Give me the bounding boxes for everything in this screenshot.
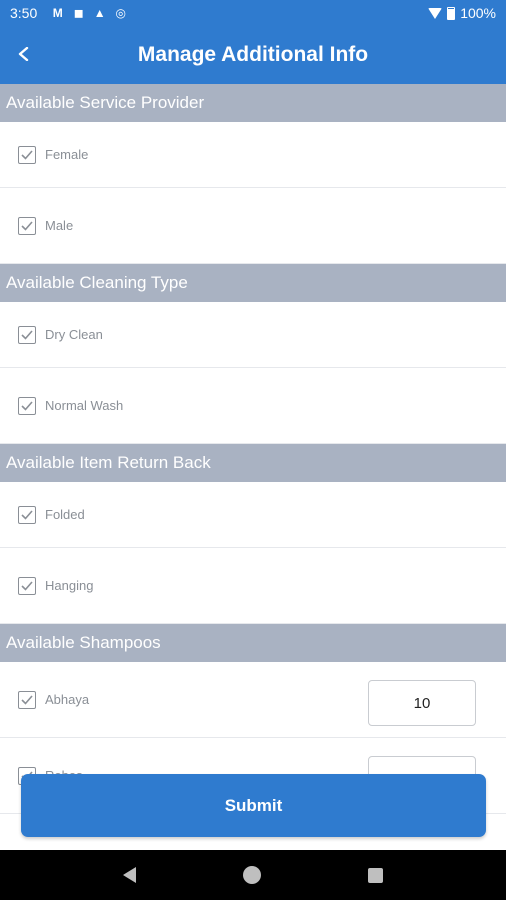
status-time: 3:50 — [10, 5, 38, 21]
option-label: Dry Clean — [45, 327, 103, 342]
option-row-hanging[interactable]: Hanging — [0, 548, 506, 624]
option-row-dry-clean[interactable]: Dry Clean — [0, 302, 506, 368]
battery-icon — [447, 6, 456, 20]
option-label: Normal Wash — [45, 398, 124, 413]
nav-back-icon[interactable] — [123, 867, 137, 883]
section-header-item-return: Available Item Return Back — [0, 444, 506, 482]
quantity-input[interactable] — [368, 680, 476, 726]
section-header-service-provider: Available Service Provider — [0, 84, 506, 122]
status-bar: 3:50 M ◼ ▲ ◎ 100% — [0, 0, 506, 26]
system-nav-bar — [0, 850, 506, 900]
battery-percent: 100% — [460, 5, 496, 21]
back-button[interactable] — [10, 40, 38, 68]
section-header-cleaning-type: Available Cleaning Type — [0, 264, 506, 302]
check-icon — [21, 149, 33, 160]
warning-icon: ▲ — [93, 5, 106, 20]
section-title: Available Cleaning Type — [6, 273, 188, 292]
check-icon — [21, 329, 33, 340]
chevron-left-icon — [18, 47, 29, 61]
checkbox[interactable] — [18, 576, 36, 595]
option-row-abhaya[interactable]: Abhaya — [0, 662, 506, 738]
checkbox[interactable] — [18, 145, 36, 164]
check-icon — [21, 400, 33, 411]
option-label: Hanging — [45, 578, 94, 593]
option-row-folded[interactable]: Folded — [0, 482, 506, 548]
option-label: Female — [45, 147, 89, 162]
status-left: 3:50 M ◼ ▲ ◎ — [10, 5, 127, 21]
check-icon — [21, 694, 33, 705]
checkbox[interactable] — [18, 396, 36, 415]
section-title: Available Service Provider — [6, 93, 205, 112]
check-icon — [21, 580, 33, 591]
option-row-male[interactable]: Male — [0, 188, 506, 264]
option-row-female[interactable]: Female — [0, 122, 506, 188]
section-header-shampoos: Available Shampoos — [0, 624, 506, 662]
check-icon — [21, 509, 33, 520]
wifi-icon — [428, 7, 443, 19]
section-title: Available Shampoos — [6, 633, 161, 652]
nav-home-icon[interactable] — [242, 866, 261, 884]
checkbox[interactable] — [18, 690, 36, 709]
nav-recents-icon[interactable] — [367, 867, 383, 883]
video-icon: ◼ — [73, 5, 84, 20]
checkbox[interactable] — [18, 505, 36, 524]
page-title: Manage Additional Info — [137, 43, 369, 66]
sync-icon: ◎ — [115, 5, 126, 20]
content-scroll[interactable]: Available Service Provider Female Male A… — [0, 84, 506, 850]
section-title: Available Item Return Back — [6, 453, 211, 472]
option-row-normal-wash[interactable]: Normal Wash — [0, 368, 506, 444]
status-right: 100% — [428, 5, 496, 21]
option-label: Abhaya — [45, 692, 90, 707]
checkbox[interactable] — [18, 216, 36, 235]
check-icon — [21, 220, 33, 231]
checkbox[interactable] — [18, 325, 36, 344]
gmail-icon: M — [52, 5, 63, 20]
app-bar: Manage Additional Info — [0, 26, 506, 84]
option-label: Male — [45, 218, 74, 233]
option-label: Folded — [45, 507, 85, 522]
submit-button[interactable]: Submit — [21, 774, 486, 837]
